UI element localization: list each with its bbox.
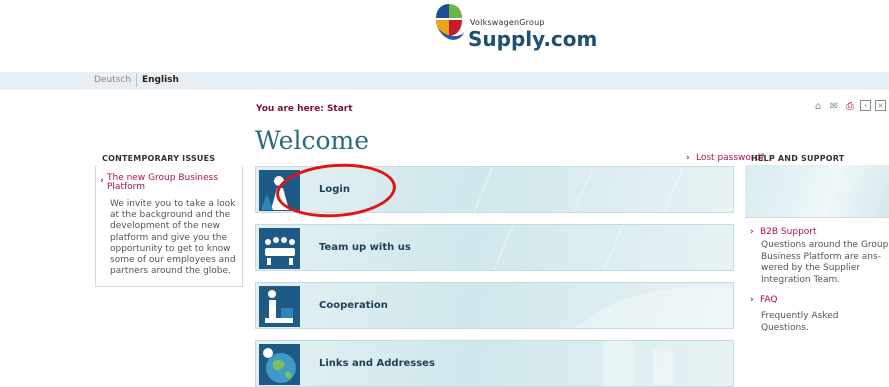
back-icon[interactable]: ‹ [860, 100, 871, 111]
language-bar [0, 72, 889, 90]
b2b-support-link[interactable]: B2B Support [760, 227, 817, 237]
logo-mark-icon [436, 4, 464, 40]
links-addresses-tile-label: Links and Addresses [319, 358, 435, 369]
close-icon[interactable]: × [875, 100, 886, 111]
team-up-tile-label: Team up with us [319, 242, 411, 253]
group-business-platform-link[interactable]: The new Group Business Platform [107, 174, 237, 192]
team-meeting-icon [259, 228, 300, 269]
language-deutsch-link[interactable]: Deutsch [94, 75, 131, 85]
cooperation-tile[interactable]: Cooperation [255, 282, 734, 329]
help-support-heading: HELP AND SUPPORT [751, 154, 845, 163]
cooperation-person-icon [259, 286, 300, 327]
links-addresses-tile[interactable]: Links and Addresses [255, 340, 734, 387]
tile-decoration [472, 167, 684, 212]
cooperation-tile-label: Cooperation [319, 300, 388, 311]
chevron-right-icon: › [100, 176, 104, 186]
breadcrumb: You are here: Start [256, 104, 353, 114]
contemporary-issues-text: We invite you to take a look at the back… [110, 199, 236, 277]
print-icon[interactable]: ⎙ [844, 100, 856, 112]
logo-brand-small: VolkswagenGroup [470, 18, 545, 27]
team-up-tile[interactable]: Team up with us [255, 224, 734, 271]
language-divider [136, 73, 137, 87]
faq-text: Frequently Asked Questions. [761, 311, 839, 333]
chevron-right-icon: › [750, 227, 754, 237]
chevron-right-icon: › [686, 153, 690, 163]
faq-link[interactable]: FAQ [760, 295, 777, 305]
language-english-link[interactable]: English [142, 75, 179, 85]
chevron-right-icon: › [750, 295, 754, 305]
page-title: Welcome [255, 126, 370, 155]
tile-decoration [603, 341, 673, 386]
logo-brand-name: Supply.com [468, 27, 598, 51]
globe-icon [259, 344, 300, 385]
contemporary-issues-heading: CONTEMPORARY ISSUES [102, 154, 216, 163]
page-tools: ⌂ ✉ ⎙ ‹ × [812, 100, 886, 114]
mail-icon[interactable]: ✉ [828, 100, 840, 112]
help-support-divider [745, 217, 889, 220]
b2b-support-text: Questions around the Group Business Plat… [761, 240, 889, 285]
help-support-banner [745, 165, 889, 217]
home-icon[interactable]: ⌂ [812, 100, 824, 112]
supply-logo[interactable]: VolkswagenGroup Supply.com [432, 2, 597, 56]
tile-decoration [492, 225, 624, 270]
tile-decoration [575, 286, 733, 328]
